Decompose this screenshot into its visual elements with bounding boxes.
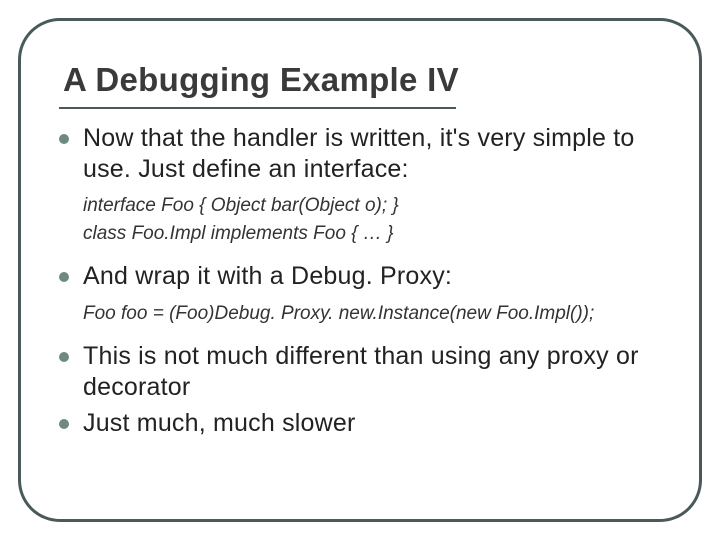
bullet-item: Now that the handler is written, it's ve…	[59, 123, 661, 184]
bullet-icon	[59, 352, 69, 362]
bullet-item: And wrap it with a Debug. Proxy:	[59, 261, 661, 292]
code-line: interface Foo { Object bar(Object o); }	[83, 192, 661, 220]
code-block: Foo foo = (Foo)Debug. Proxy. new.Instanc…	[83, 300, 661, 328]
bullet-icon	[59, 134, 69, 144]
bullet-item: This is not much different than using an…	[59, 341, 661, 402]
bullet-text: And wrap it with a Debug. Proxy:	[83, 261, 452, 292]
slide-body: Now that the handler is written, it's ve…	[59, 123, 661, 441]
code-line: class Foo.Impl implements Foo { … }	[83, 220, 661, 248]
bullet-icon	[59, 272, 69, 282]
code-block: interface Foo { Object bar(Object o); } …	[83, 192, 661, 247]
slide-title: A Debugging Example IV	[63, 61, 661, 99]
bullet-icon	[59, 419, 69, 429]
bullet-item: Just much, much slower	[59, 408, 661, 439]
bullet-text: This is not much different than using an…	[83, 341, 661, 402]
bullet-text: Just much, much slower	[83, 408, 356, 439]
slide: A Debugging Example IV Now that the hand…	[0, 0, 720, 540]
title-underline	[59, 107, 456, 109]
slide-frame: A Debugging Example IV Now that the hand…	[18, 18, 702, 522]
code-line: Foo foo = (Foo)Debug. Proxy. new.Instanc…	[83, 300, 661, 328]
bullet-text: Now that the handler is written, it's ve…	[83, 123, 661, 184]
